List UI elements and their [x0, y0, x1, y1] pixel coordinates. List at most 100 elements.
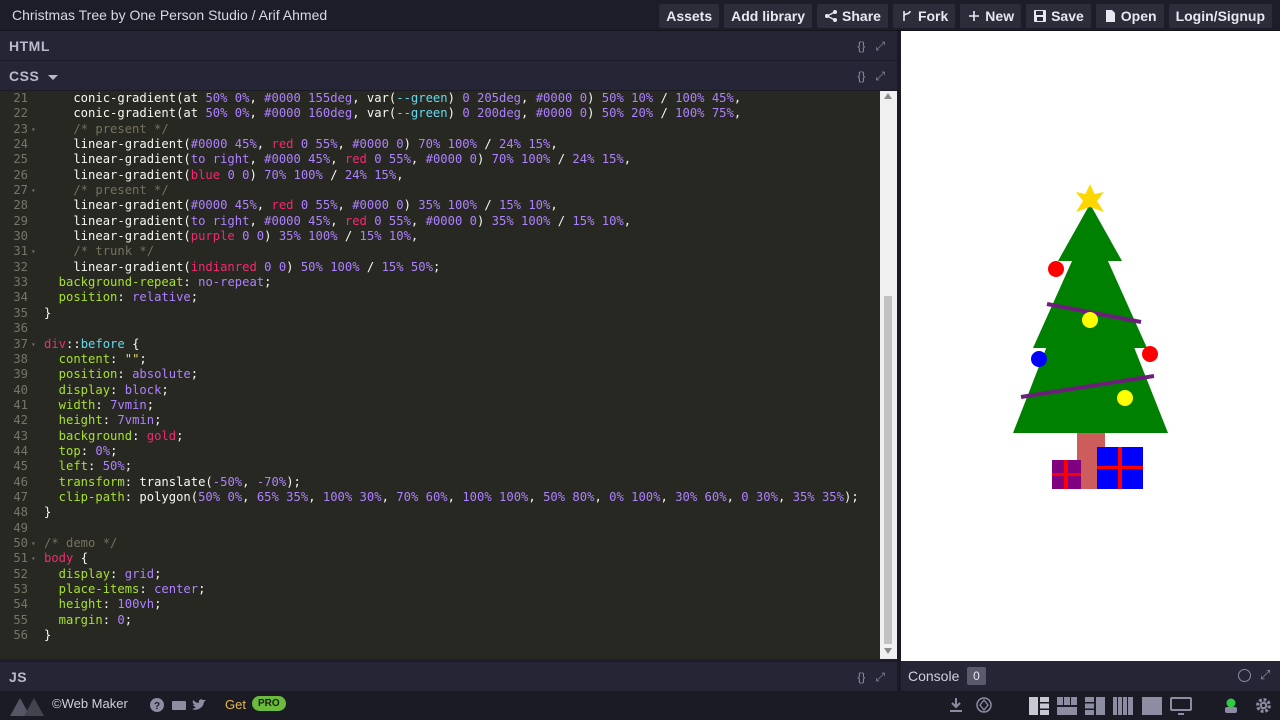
web-maker-logo-icon[interactable]	[10, 696, 48, 716]
code-line[interactable]: 33 background-repeat: no-repeat;	[0, 275, 880, 290]
code-line[interactable]: 23 ▾ /* present */	[0, 122, 880, 137]
code-line[interactable]: 44 top: 0%;	[0, 444, 880, 459]
chevron-down-icon[interactable]	[47, 74, 58, 80]
codepen-icon[interactable]	[976, 697, 992, 713]
gear-icon[interactable]	[1255, 697, 1272, 714]
code-text: div::before {	[44, 337, 139, 352]
scroll-down-arrow-icon[interactable]	[884, 648, 892, 654]
format-icon[interactable]: {}	[857, 39, 865, 54]
expand-icon[interactable]: ⤢	[875, 69, 885, 84]
code-text: position: absolute;	[44, 367, 198, 382]
get-pro-label[interactable]: Get	[225, 697, 246, 712]
code-token: 0 30%	[741, 489, 778, 504]
code-line[interactable]: 43 background: gold;	[0, 429, 880, 444]
format-icon[interactable]: {}	[857, 69, 865, 84]
code-token: , var(	[352, 91, 397, 105]
add-library-button[interactable]: Add library	[724, 4, 813, 28]
code-line[interactable]: 34 position: relative;	[0, 290, 880, 305]
code-line[interactable]: 21 conic-gradient(at 50% 0%, #0000 155de…	[0, 91, 880, 106]
scrollbar-thumb[interactable]	[884, 296, 892, 644]
open-button[interactable]: Open	[1095, 4, 1164, 28]
save-button[interactable]: Save	[1026, 4, 1091, 28]
code-line[interactable]: 42 height: 7vmin;	[0, 413, 880, 428]
brand-label[interactable]: ©Web Maker	[52, 696, 128, 711]
share-button[interactable]: Share	[817, 4, 888, 28]
layout-full-icon[interactable]	[1142, 697, 1162, 715]
expand-icon[interactable]: ⤢	[875, 39, 885, 54]
css-code-editor[interactable]: 21 conic-gradient(at 50% 0%, #0000 155de…	[0, 91, 897, 659]
code-line[interactable]: 22 conic-gradient(at 50% 0%, #0000 160de…	[0, 106, 880, 121]
code-line[interactable]: 26 linear-gradient(blue 0 0) 70% 100% / …	[0, 168, 880, 183]
code-line[interactable]: 31 ▾ /* trunk */	[0, 244, 880, 259]
code-lines[interactable]: 21 conic-gradient(at 50% 0%, #0000 155de…	[0, 91, 880, 659]
js-pane-header[interactable]: JS {} ⤢	[0, 661, 897, 691]
code-token: ;	[176, 428, 184, 443]
format-icon[interactable]: {}	[857, 670, 865, 685]
code-line[interactable]: 56}	[0, 628, 880, 643]
expand-icon[interactable]: ⤢	[875, 670, 885, 685]
fold-toggle-icon[interactable]: ▾	[31, 244, 36, 259]
code-line[interactable]: 53 place-items: center;	[0, 582, 880, 597]
fold-toggle-icon[interactable]: ▾	[31, 122, 36, 137]
code-text: /* trunk */	[44, 244, 154, 259]
clear-console-icon[interactable]	[1238, 669, 1251, 682]
fold-toggle-icon[interactable]: ▾	[31, 183, 36, 198]
twitter-icon[interactable]	[191, 697, 207, 713]
console-bar[interactable]: Console 0 ⤢	[901, 661, 1280, 691]
code-line[interactable]: 51 ▾ body {	[0, 551, 880, 566]
code-line[interactable]: 47 clip-path: polygon(50% 0%, 65% 35%, 1…	[0, 490, 880, 505]
code-text: /* demo */	[44, 536, 117, 551]
code-line[interactable]: 50 ▾ /* demo */	[0, 536, 880, 551]
code-line[interactable]: 25 linear-gradient(to right, #0000 45%, …	[0, 152, 880, 167]
code-line[interactable]: 38 content: "";	[0, 352, 880, 367]
pro-badge[interactable]: PRO	[252, 696, 286, 711]
code-line[interactable]: 24 linear-gradient(#0000 45%, red 0 55%,…	[0, 137, 880, 152]
fold-toggle-icon[interactable]: ▾	[31, 536, 36, 551]
code-line[interactable]: 36	[0, 321, 880, 336]
monitor-icon[interactable]	[1170, 697, 1192, 715]
code-token: #0000 0	[352, 198, 404, 213]
code-line[interactable]: 35}	[0, 306, 880, 321]
scroll-up-arrow-icon[interactable]	[884, 93, 892, 99]
expand-icon[interactable]: ⤢	[1260, 667, 1270, 683]
code-token: 100% 45%	[675, 91, 734, 105]
help-icon[interactable]: ?	[149, 697, 165, 713]
fold-toggle-icon[interactable]: ▾	[31, 337, 36, 352]
keyboard-icon[interactable]	[171, 697, 187, 713]
code-line[interactable]: 46 transform: translate(-50%, -70%);	[0, 475, 880, 490]
code-line[interactable]: 49	[0, 521, 880, 536]
code-line[interactable]: 39 position: absolute;	[0, 367, 880, 382]
code-line[interactable]: 37 ▾ div::before {	[0, 337, 880, 352]
code-line[interactable]: 29 linear-gradient(to right, #0000 45%, …	[0, 214, 880, 229]
notifications-icon[interactable]	[1222, 697, 1240, 715]
code-token: 50% 0%	[205, 91, 250, 105]
line-number: 27	[13, 183, 28, 198]
code-token: place-items	[44, 582, 140, 596]
html-pane-header[interactable]: HTML {} ⤢	[0, 31, 897, 61]
download-icon[interactable]	[948, 697, 964, 713]
code-token: linear-gradient(	[44, 167, 191, 182]
code-token: )	[476, 152, 492, 167]
code-line[interactable]: 54 height: 100vh;	[0, 597, 880, 612]
layout-1-icon[interactable]	[1029, 697, 1049, 715]
code-line[interactable]: 27 ▾ /* present */	[0, 183, 880, 198]
login-button[interactable]: Login/Signup	[1168, 4, 1272, 28]
fork-button[interactable]: Fork	[892, 4, 956, 28]
code-line[interactable]: 30 linear-gradient(purple 0 0) 35% 100% …	[0, 229, 880, 244]
assets-button[interactable]: Assets	[659, 4, 720, 28]
code-line[interactable]: 48}	[0, 505, 880, 520]
css-pane-header[interactable]: CSS {} ⤢	[0, 61, 897, 91]
layout-2-icon[interactable]	[1057, 697, 1077, 715]
code-line[interactable]: 41 width: 7vmin;	[0, 398, 880, 413]
fold-toggle-icon[interactable]: ▾	[31, 551, 36, 566]
code-token: ;	[146, 397, 155, 412]
code-line[interactable]: 28 linear-gradient(#0000 45%, red 0 55%,…	[0, 198, 880, 213]
code-line[interactable]: 32 linear-gradient(indianred 0 0) 50% 10…	[0, 260, 880, 275]
layout-3-icon[interactable]	[1085, 697, 1105, 715]
code-line[interactable]: 55 margin: 0;	[0, 613, 880, 628]
code-line[interactable]: 45 left: 50%;	[0, 459, 880, 474]
code-line[interactable]: 40 display: block;	[0, 383, 880, 398]
layout-4-icon[interactable]	[1113, 697, 1133, 715]
code-line[interactable]: 52 display: grid;	[0, 567, 880, 582]
new-button[interactable]: New	[960, 4, 1022, 28]
